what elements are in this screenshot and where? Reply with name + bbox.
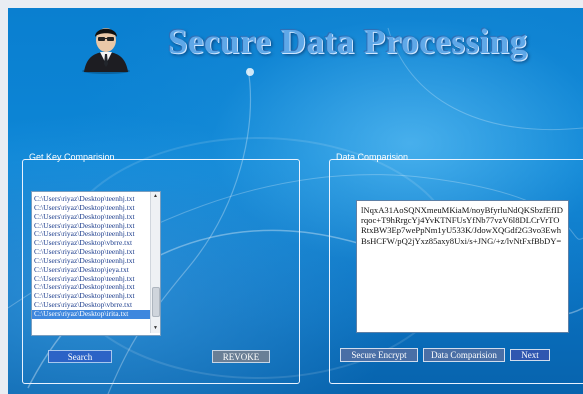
list-item[interactable]: C:\Users\riyaz\Desktop\teenhj.txt [32,275,150,284]
revoke-button[interactable]: REVOKE [212,350,270,363]
list-item[interactable]: C:\Users\riyaz\Desktop\vbrre.txt [32,301,150,310]
scroll-down-icon[interactable]: ▼ [152,325,159,332]
file-list: C:\Users\riyaz\Desktop\teenhj.txt C:\User… [32,195,150,319]
search-button[interactable]: Search [48,350,112,363]
file-listbox[interactable]: C:\Users\riyaz\Desktop\teenhj.txt C:\User… [31,191,161,336]
next-button[interactable]: Next [510,349,550,361]
list-item[interactable]: C:\Users\riyaz\Desktop\teenhj.txt [32,222,150,231]
secure-encrypt-button[interactable]: Secure Encrypt [340,348,418,362]
window-frame-top [0,0,583,8]
list-scrollbar[interactable]: ▲ ▼ [150,192,160,333]
list-item[interactable]: C:\Users\riyaz\Desktop\teenhj.txt [32,292,150,301]
list-item[interactable]: C:\Users\riyaz\Desktop\teenhj.txt [32,283,150,292]
window-frame-left [0,0,8,394]
businessman-icon [82,28,130,74]
data-comparision-textarea[interactable]: lNqxA31AoSQNXmeuMKiaM/noyBfyrluNdQKSbzfE… [356,200,569,333]
list-item[interactable]: C:\Users\riyaz\Desktop\vbrre.txt [32,239,150,248]
list-item[interactable]: C:\Users\riyaz\Desktop\teenhj.txt [32,230,150,239]
data-comparision-button[interactable]: Data Comparision [423,348,505,362]
list-item[interactable]: C:\Users\riyaz\Desktop\teenhj.txt [32,195,150,204]
app-title: Secure Data Processing [168,22,528,61]
list-item[interactable]: C:\Users\riyaz\Desktop\teenhj.txt [32,213,150,222]
app-background: Secure Data Processing Get Key Comparisi… [8,8,583,394]
get-key-group-label: Get Key Comparision [29,152,115,162]
list-item[interactable]: C:\Users\riyaz\Desktop\teenhj.txt [32,204,150,213]
scroll-thumb[interactable] [152,287,160,317]
list-item[interactable]: C:\Users\riyaz\Desktop\jeya.txt [32,266,150,275]
list-item[interactable]: C:\Users\riyaz\Desktop\teenhj.txt [32,257,150,266]
list-item[interactable]: C:\Users\riyaz\Desktop\irita.txt [32,309,150,319]
list-item[interactable]: C:\Users\riyaz\Desktop\teenhj.txt [32,248,150,257]
scroll-up-icon[interactable]: ▲ [152,193,159,200]
data-group-label: Data Comparision [336,152,409,162]
